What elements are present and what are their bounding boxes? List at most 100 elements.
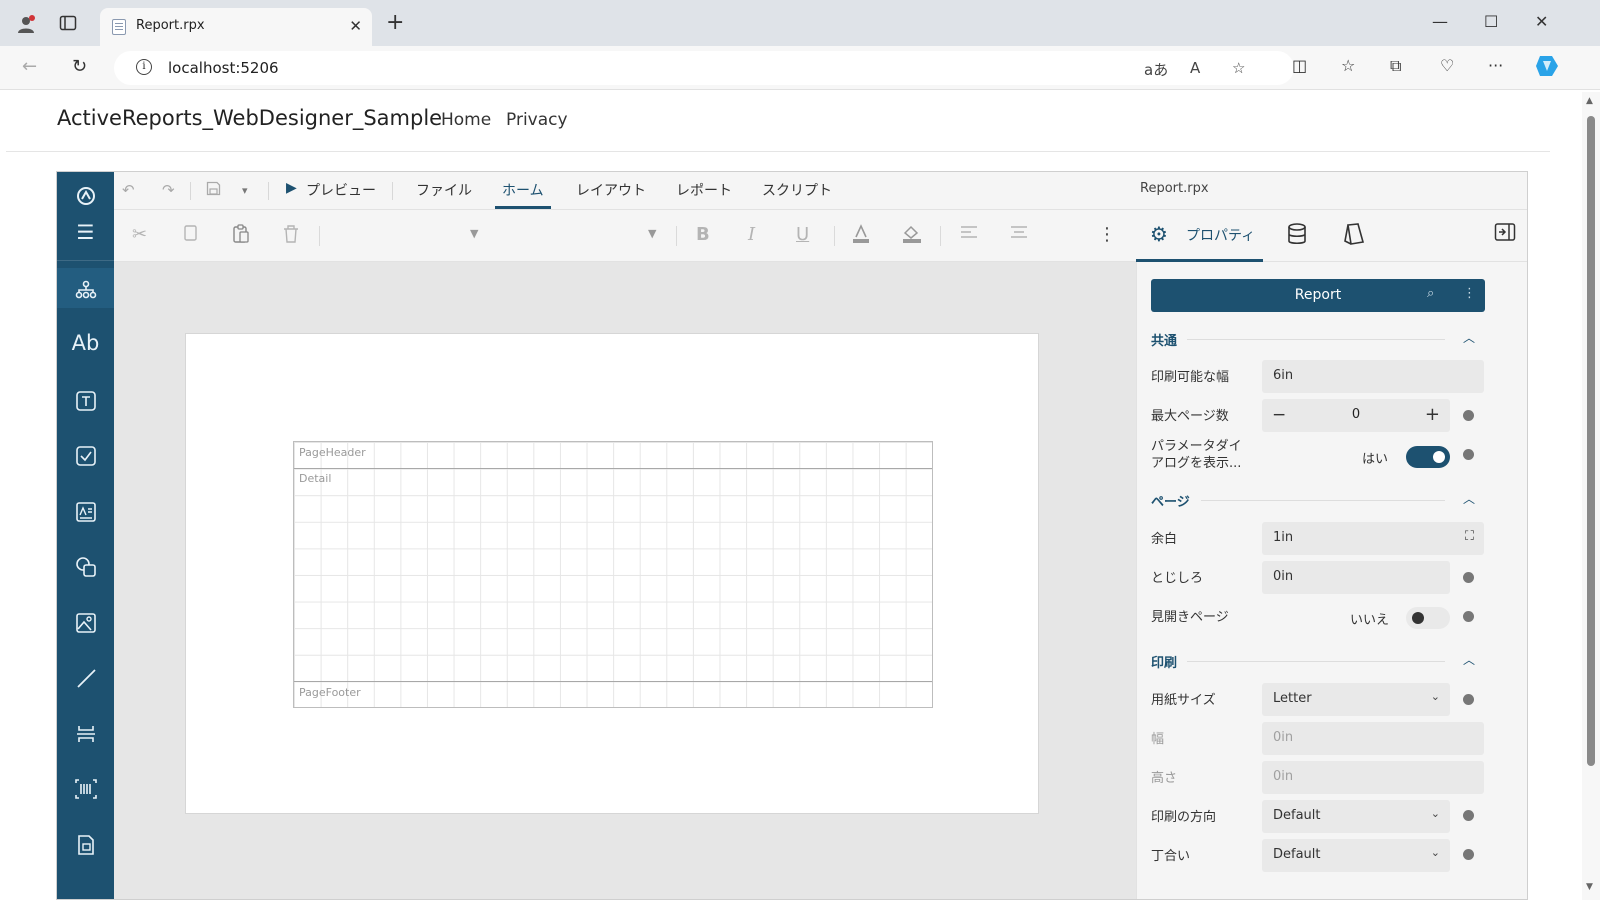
label-tool-icon[interactable]: Ab	[57, 323, 114, 363]
report-page[interactable]: PageHeader Detail PageFooter	[185, 333, 1039, 814]
subreport-tool-icon[interactable]	[57, 823, 114, 863]
properties-tab[interactable]: プロパティ	[1186, 225, 1255, 245]
site-info-icon[interactable]: i	[136, 59, 152, 75]
paste-icon[interactable]	[232, 224, 250, 249]
url-field[interactable]: i localhost:5206 aあ A ☆	[114, 51, 1294, 85]
picture-tool-icon[interactable]	[57, 601, 114, 641]
preview-button[interactable]: プレビュー	[306, 180, 376, 200]
report-style-icon[interactable]	[1342, 222, 1366, 251]
nav-privacy[interactable]: Privacy	[506, 110, 568, 130]
tab-script[interactable]: スクリプト	[762, 180, 832, 200]
delete-icon[interactable]	[282, 224, 300, 249]
nav-home[interactable]: Home	[441, 110, 491, 130]
gear-icon[interactable]: ⚙	[1150, 222, 1168, 246]
textbox-tool-icon[interactable]	[57, 379, 114, 419]
chevron-up-icon[interactable]: ︿	[1463, 490, 1475, 507]
band-pagefooter[interactable]: PageFooter	[299, 686, 361, 699]
reset-property-dot[interactable]	[1463, 410, 1474, 421]
design-canvas[interactable]: PageHeader Detail PageFooter	[114, 262, 1136, 899]
align-left-icon[interactable]	[960, 224, 978, 245]
close-tab-icon[interactable]: ✕	[349, 17, 362, 35]
data-source-icon[interactable]	[1286, 222, 1308, 251]
report-explorer-icon[interactable]	[57, 268, 114, 308]
object-selector[interactable]: Report ⌕ ⋮	[1151, 279, 1485, 312]
browser-tab[interactable]: Report.rpx ✕	[100, 8, 372, 46]
reset-property-dot[interactable]	[1463, 572, 1474, 583]
reset-property-dot[interactable]	[1463, 611, 1474, 622]
save-icon[interactable]	[206, 181, 221, 200]
copy-icon[interactable]	[182, 224, 198, 247]
band-divider[interactable]	[294, 681, 932, 682]
mirror-margins-toggle[interactable]	[1406, 607, 1450, 629]
maximize-icon[interactable]: ☐	[1484, 12, 1498, 31]
section-print-title[interactable]: 印刷	[1151, 652, 1177, 671]
collapse-panel-icon[interactable]	[1494, 222, 1516, 247]
back-icon[interactable]: ←	[22, 56, 37, 77]
band-detail[interactable]: Detail	[299, 472, 331, 485]
hamburger-menu-icon[interactable]: ☰	[57, 212, 114, 252]
reset-property-dot[interactable]	[1463, 810, 1474, 821]
param-dialog-toggle[interactable]	[1406, 446, 1450, 468]
collections-icon[interactable]: ⧉	[1390, 56, 1401, 76]
preview-play-icon[interactable]: ▶	[286, 180, 297, 196]
bold-icon[interactable]: B	[696, 224, 710, 245]
favorites-icon[interactable]: ☆	[1341, 56, 1355, 75]
tab-layout[interactable]: レイアウト	[576, 180, 646, 200]
increment-icon[interactable]: +	[1425, 404, 1440, 425]
paper-height-field[interactable]: 0in	[1262, 761, 1484, 794]
italic-icon[interactable]: I	[748, 224, 755, 245]
paper-width-field[interactable]: 0in	[1262, 722, 1484, 755]
split-screen-icon[interactable]: ◫	[1292, 56, 1307, 75]
fill-color-icon[interactable]	[902, 224, 922, 249]
report-bands[interactable]: PageHeader Detail PageFooter	[293, 441, 933, 708]
reset-property-dot[interactable]	[1463, 694, 1474, 705]
tab-home[interactable]: ホーム	[502, 180, 544, 200]
cut-icon[interactable]: ✂	[132, 224, 147, 245]
scroll-up-icon[interactable]: ▲	[1586, 96, 1593, 106]
collate-select[interactable]: Default ⌄	[1262, 839, 1450, 872]
barcode-tool-icon[interactable]	[57, 767, 114, 807]
chevron-up-icon[interactable]: ︿	[1463, 329, 1475, 346]
redo-icon[interactable]: ↷	[162, 181, 175, 199]
undo-icon[interactable]: ↶	[122, 181, 135, 199]
close-window-icon[interactable]: ✕	[1535, 12, 1548, 31]
scroll-down-icon[interactable]: ▼	[1586, 882, 1593, 892]
line-tool-icon[interactable]	[57, 656, 114, 696]
chevron-up-icon[interactable]: ︿	[1463, 651, 1475, 668]
page-scrollbar[interactable]: ▲ ▼	[1582, 92, 1600, 900]
browser-essentials-icon[interactable]: ♡	[1440, 56, 1454, 75]
more-tools-icon[interactable]: ⋮	[1098, 224, 1116, 245]
text-color-icon[interactable]	[852, 224, 870, 249]
reset-property-dot[interactable]	[1463, 449, 1474, 460]
tab-actions-icon[interactable]	[58, 14, 78, 34]
tab-report[interactable]: レポート	[676, 180, 732, 200]
band-pageheader[interactable]: PageHeader	[299, 446, 366, 459]
shape-tool-icon[interactable]	[57, 545, 114, 585]
orientation-select[interactable]: Default ⌄	[1262, 800, 1450, 833]
max-pages-value[interactable]: 0	[1262, 407, 1450, 422]
minimize-icon[interactable]: —	[1432, 12, 1448, 31]
section-page-title[interactable]: ページ	[1151, 491, 1190, 510]
font-family-dropdown[interactable]: ▼	[470, 227, 478, 240]
reset-property-dot[interactable]	[1463, 849, 1474, 860]
max-pages-stepper[interactable]: − 0 +	[1262, 399, 1450, 432]
checkbox-tool-icon[interactable]	[57, 434, 114, 474]
section-common-title[interactable]: 共通	[1151, 330, 1177, 349]
align-center-icon[interactable]	[1010, 224, 1028, 245]
favorite-star-icon[interactable]: ☆	[1232, 59, 1245, 77]
band-divider[interactable]	[294, 468, 932, 469]
printable-width-field[interactable]: 6in	[1262, 360, 1484, 393]
profile-icon[interactable]	[16, 14, 36, 34]
site-brand[interactable]: ActiveReports_WebDesigner_Sample	[57, 106, 442, 130]
object-menu-icon[interactable]: ⋮	[1463, 286, 1476, 301]
tab-file[interactable]: ファイル	[416, 180, 472, 200]
search-icon[interactable]: ⌕	[1427, 286, 1434, 301]
scroll-thumb[interactable]	[1587, 116, 1595, 766]
translate-icon[interactable]: aあ	[1144, 59, 1168, 80]
expand-icon[interactable]: ⛶	[1465, 529, 1474, 544]
margin-field[interactable]: 1in ⛶	[1262, 522, 1484, 555]
underline-icon[interactable]: U	[796, 224, 809, 245]
more-menu-icon[interactable]: ···	[1488, 56, 1503, 75]
new-tab-icon[interactable]: +	[386, 12, 404, 34]
save-dropdown-icon[interactable]: ▾	[242, 184, 248, 197]
